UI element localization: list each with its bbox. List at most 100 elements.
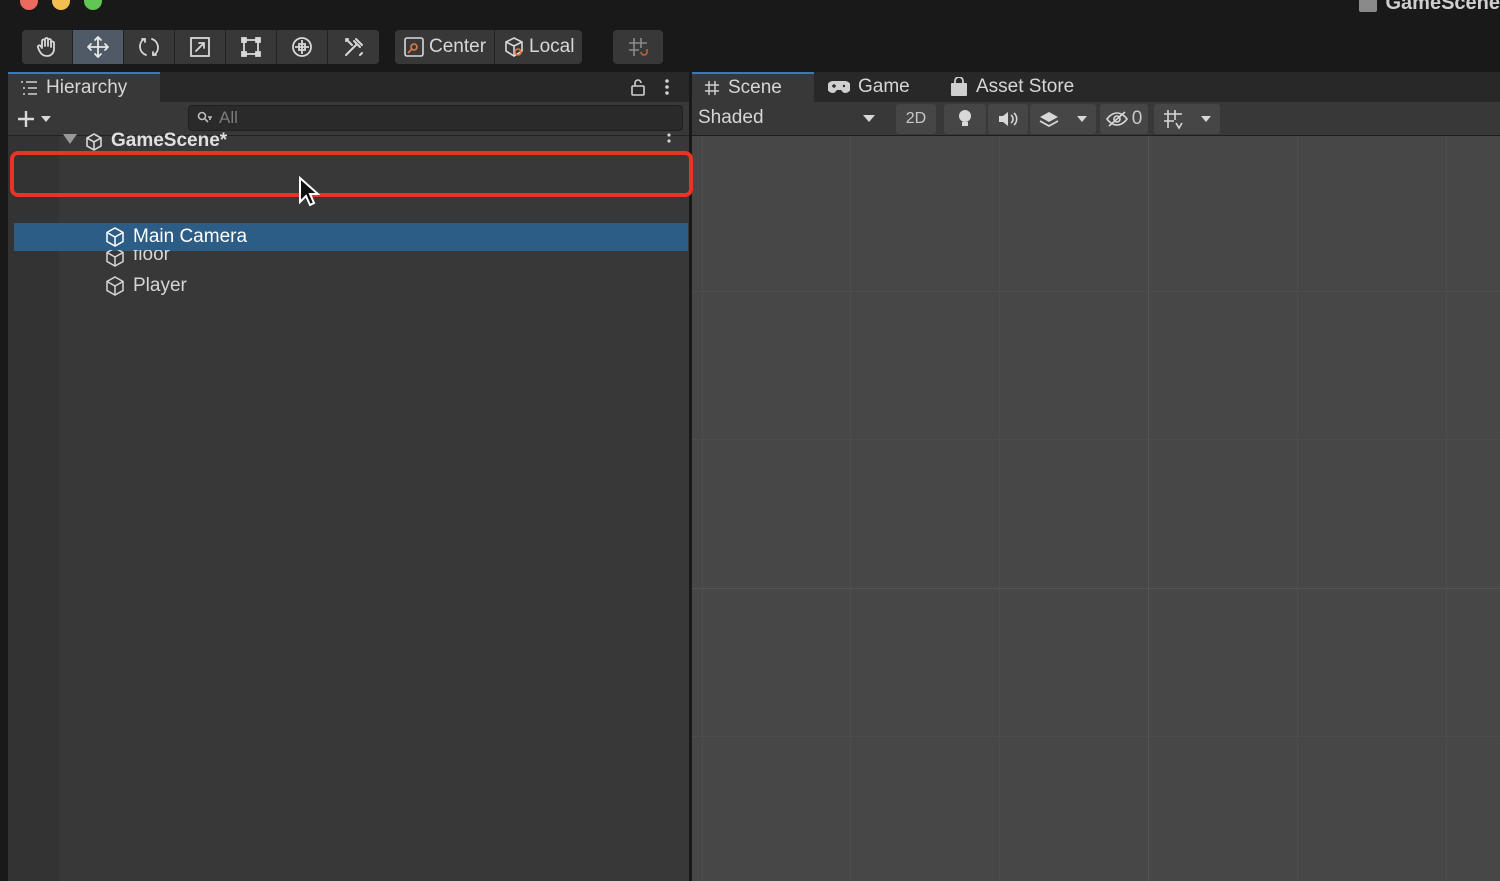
asset-store-tab-label: Asset Store [976,76,1075,97]
local-cube-icon [505,37,523,57]
gizmos-grid-icon [1164,110,1183,130]
rect-tool-button[interactable] [226,30,277,64]
gamepad-icon [828,81,850,93]
transform-tools-group [22,30,379,64]
scene-toolbar: Shaded 2D 0 [692,102,1500,136]
mouse-cursor-icon [299,176,320,207]
pivot-center-icon [404,37,424,57]
tab-hierarchy[interactable]: Hierarchy [8,72,160,102]
tools-icon [344,38,363,56]
lighting-toggle[interactable] [944,104,986,134]
pivot-local-label: Local [529,36,575,57]
gameobject-cube-icon [106,227,124,247]
toggle-2d-label: 2D [905,110,927,127]
lock-icon[interactable] [630,77,646,97]
list-icon [21,81,37,95]
document-icon [1359,0,1378,12]
chevron-down-icon [1201,116,1211,122]
hierarchy-item-main-camera[interactable]: Main Camera [14,223,688,251]
light-bulb-icon [959,110,971,126]
effects-dropdown[interactable] [1030,104,1096,134]
grid-line [692,736,1500,737]
grid-line [850,136,851,881]
tab-asset-store[interactable]: Asset Store [938,72,1074,102]
gizmos-dropdown[interactable] [1154,104,1220,134]
audio-toggle[interactable] [988,104,1028,134]
hierarchy-search-box[interactable] [188,105,683,131]
rect-transform-icon [241,37,261,57]
grid-line [1297,136,1298,881]
scene-visibility-toggle[interactable]: 0 [1100,104,1148,134]
minimize-window-button[interactable] [52,0,70,10]
transform-icon [292,37,312,57]
hand-tool-button[interactable] [22,30,73,64]
plus-icon [18,111,34,127]
toggle-2d-button[interactable]: 2D [896,104,936,134]
grid-line [692,588,1500,589]
hierarchy-tab-label: Hierarchy [46,77,128,98]
gameobject-cube-icon [106,250,124,267]
speaker-icon [999,112,1018,126]
game-tab-label: Game [858,76,910,97]
hierarchy-toolbar [8,102,689,136]
rotate-icon [139,38,159,56]
hierarchy-search-input[interactable] [219,108,659,128]
scene-name-label: GameScene* [111,132,228,151]
unity-editor: Game Scene Center Local Hierarchy All Gam… [0,0,1500,881]
grid-snap-button[interactable] [613,30,663,64]
pivot-center-button[interactable]: Center [395,30,496,64]
transform-tool-button[interactable] [277,30,328,64]
create-object-button[interactable] [16,107,52,131]
expand-caret-icon[interactable] [63,134,77,144]
pivot-controls: Center Local [395,30,583,64]
pivot-local-button[interactable]: Local [495,30,582,64]
main-toolbar: Center Local [0,18,1500,72]
selection-highlight-box [10,151,693,197]
scene-panel: Scene Game Asset Store Shaded 2D 0 [692,72,1500,881]
layers-effects-icon [1039,112,1059,128]
grid-line [692,439,1500,440]
scene-tab-label: Scene [728,77,782,98]
rotate-tool-button[interactable] [124,30,175,64]
tab-scene[interactable]: Scene [692,72,814,102]
unity-scene-icon [86,133,102,151]
window-title-text: GameScene [1385,0,1500,14]
grid-snap-icon [629,38,648,56]
chevron-down-icon [863,115,875,122]
scale-tool-button[interactable] [175,30,226,64]
grid-line [1148,136,1149,881]
chevron-down-icon [41,116,51,122]
scene-more-icon[interactable] [664,132,674,150]
more-options-icon[interactable] [660,77,674,97]
hierarchy-tree: GameScene* Main Camera floor Player [8,132,689,881]
hidden-count: 0 [1131,108,1143,129]
custom-tool-button[interactable] [328,30,379,64]
maximize-window-button[interactable] [84,0,102,10]
grid-line [702,136,703,881]
scene-tab-bar: Scene Game Asset Store [692,72,1500,102]
floor-label: floor [133,250,170,265]
shopping-bag-icon [951,77,967,96]
pivot-center-label: Center [429,36,487,57]
chevron-down-icon [1077,116,1087,122]
window-title: GameScene [1359,0,1500,14]
move-arrows-icon [87,36,109,58]
scene-viewport[interactable] [692,136,1500,881]
grid-line [1446,136,1447,881]
player-label: Player [133,275,187,296]
move-tool-button[interactable] [73,30,124,64]
scale-icon [190,37,210,57]
grid-line [999,136,1000,881]
draw-mode-label: Shaded [698,107,764,128]
draw-mode-dropdown[interactable]: Shaded [692,104,882,132]
close-window-button[interactable] [20,0,38,10]
hierarchy-item-floor[interactable]: floor [8,250,689,272]
search-icon [197,111,212,123]
grid-line [692,291,1500,292]
hierarchy-tab-bar: Hierarchy [8,72,689,102]
tab-game[interactable]: Game [816,72,910,102]
title-bar: GameScene [0,0,1500,18]
hierarchy-item-player[interactable]: Player [8,272,689,298]
eye-hidden-icon [1105,111,1128,127]
grid-hash-icon [705,81,719,95]
